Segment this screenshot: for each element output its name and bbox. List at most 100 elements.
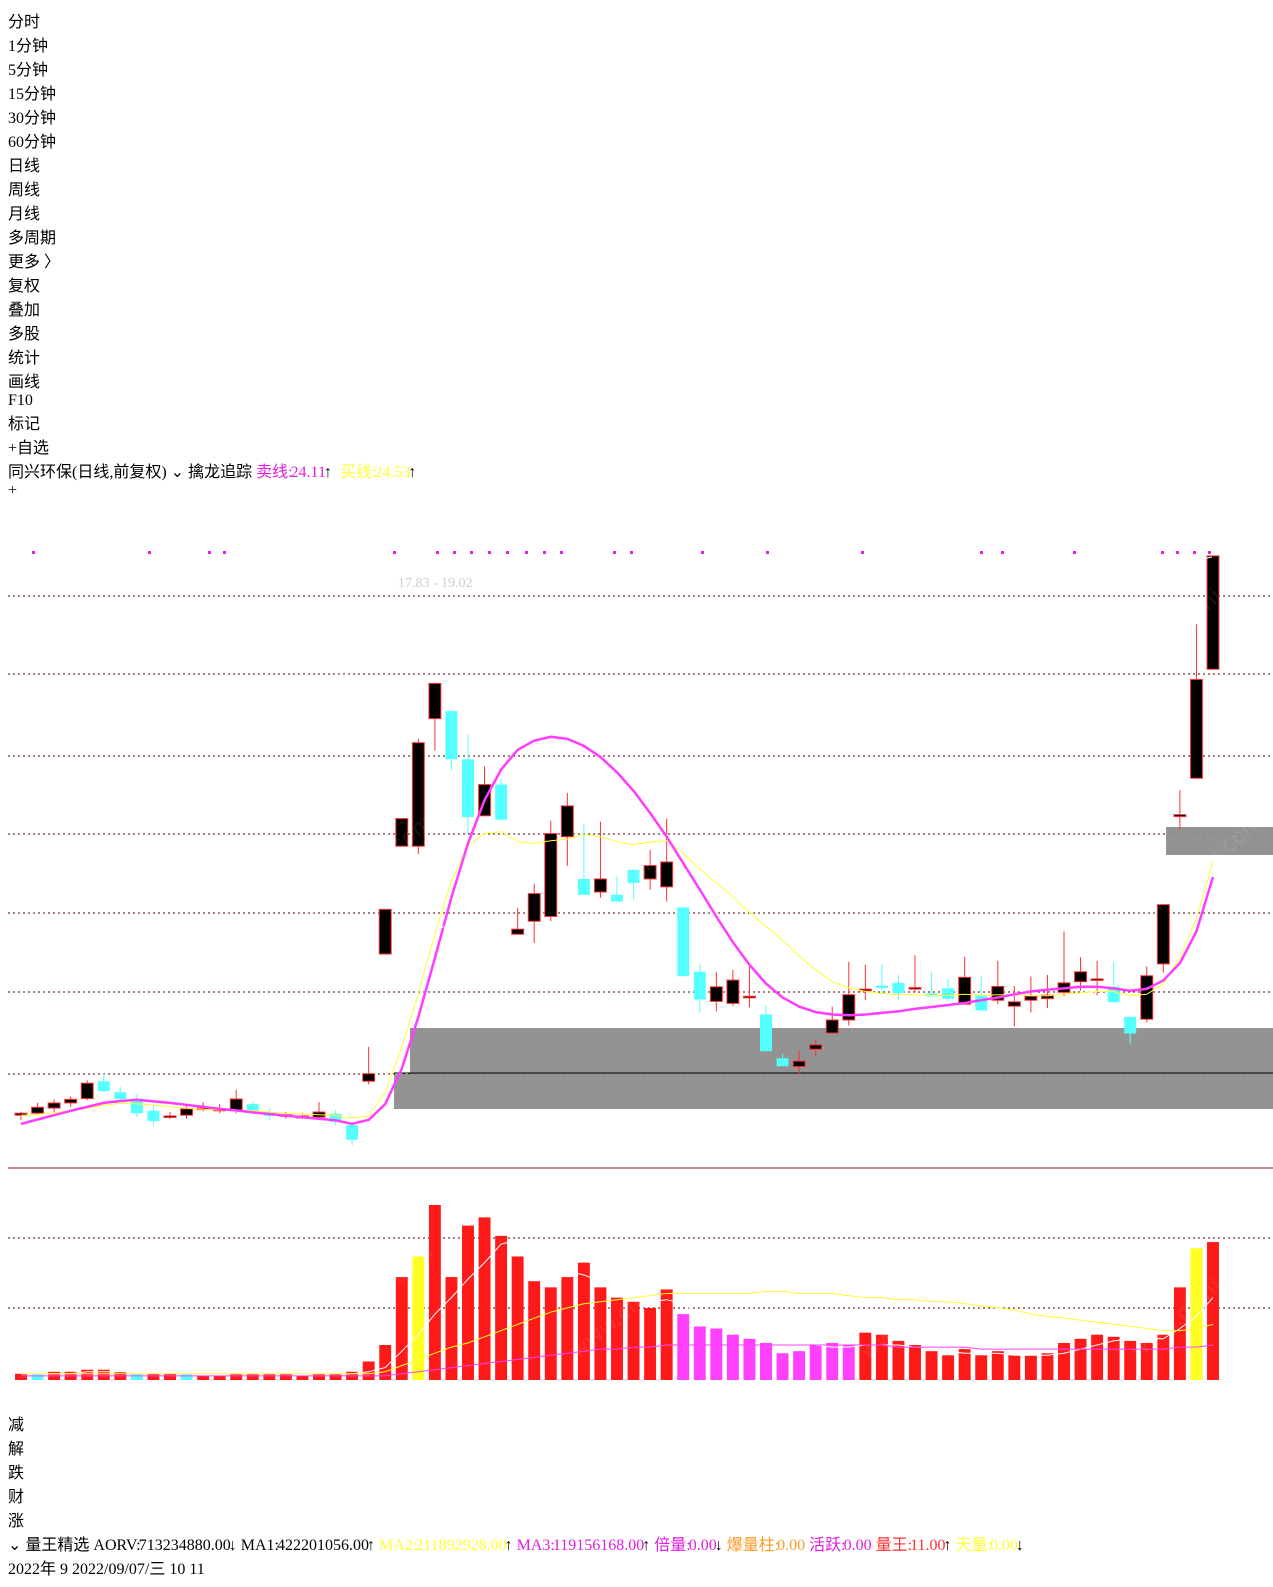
badge-zhang[interactable]: 涨 — [8, 1507, 1265, 1531]
volume-settings-icon[interactable]: ⌄ — [8, 1537, 21, 1554]
tab-1min[interactable]: 1分钟 — [8, 32, 1265, 56]
volume-indicator-name[interactable]: 量王精选 — [25, 1537, 89, 1554]
candle-body — [544, 833, 558, 917]
candle-body — [1074, 971, 1088, 983]
plus-icon[interactable]: + — [8, 482, 1265, 500]
watermark-text: www.cfchi.com — [566, 549, 708, 674]
tab-fenshi[interactable]: 分时 — [8, 8, 1265, 32]
candle-body — [1007, 1001, 1021, 1007]
ma2-label: MA2: — [378, 1537, 418, 1554]
volume-bar — [793, 1351, 806, 1380]
fuquan-button[interactable]: 复权 — [8, 272, 1265, 296]
volume-bar — [313, 1373, 325, 1380]
volume-bar — [1058, 1342, 1070, 1380]
candle-body — [246, 1104, 259, 1111]
stats-button[interactable]: 统计 — [8, 344, 1265, 368]
candle-body — [693, 971, 706, 1000]
signal-dot — [453, 551, 456, 554]
price-volume-chart[interactable]: www.cfchi.com www.cfchi.com www.cfchi.com w… — [8, 500, 1273, 1406]
signal-dot — [1208, 551, 1211, 554]
draw-line-button[interactable]: 画线 — [8, 368, 1265, 392]
huoyue-value: 0.00 — [843, 1537, 872, 1554]
tab-multi-period[interactable]: 多周期 — [8, 224, 1265, 248]
candle-body — [31, 1106, 45, 1114]
watermark-text: www.cfchi.com — [296, 589, 438, 714]
volume-bar — [842, 1345, 855, 1380]
f10-button[interactable]: F10 — [8, 392, 1265, 410]
baoliangzhu-label: 爆量柱: — [726, 1537, 780, 1554]
candle-body — [428, 682, 442, 720]
volume-bar — [975, 1355, 988, 1380]
ma2-up-arrow-icon: ↑ — [504, 1537, 513, 1554]
volume-bar — [428, 1205, 441, 1380]
selected-date[interactable]: 2022/09/07/三 — [72, 1561, 165, 1578]
badge-die[interactable]: 跌 — [8, 1459, 1265, 1483]
tab-60min[interactable]: 60分钟 — [8, 128, 1265, 152]
volume-bar — [1207, 1242, 1219, 1380]
candle-body — [163, 1115, 177, 1118]
overlay-button[interactable]: 叠加 — [8, 296, 1265, 320]
volume-bar — [81, 1369, 94, 1380]
tab-weekly[interactable]: 周线 — [8, 176, 1265, 200]
candle-body — [378, 908, 392, 955]
candle-body — [527, 893, 541, 922]
multi-stock-button[interactable]: 多股 — [8, 320, 1265, 344]
tab-15min[interactable]: 15分钟 — [8, 80, 1265, 104]
volume-bar — [1008, 1355, 1021, 1380]
volume-bar — [15, 1373, 27, 1380]
indicator-settings-icon[interactable]: ⌄ — [171, 464, 184, 481]
volume-bar — [511, 1256, 524, 1380]
volume-bar — [230, 1373, 243, 1380]
stock-title: 同兴环保(日线,前复权) — [8, 464, 167, 481]
indicator-name[interactable]: 擒龙追踪 — [188, 464, 252, 481]
volume-bar — [296, 1375, 309, 1380]
main-indicator-info: 同兴环保(日线,前复权) ⌄ 擒龙追踪 卖线: 24.11 ↑ 买线: 24.5… — [8, 458, 1265, 482]
candle-body — [1024, 995, 1038, 1001]
high-price-label: 31.13 — [1138, 53, 1170, 68]
signal-dot — [861, 551, 864, 554]
candle-body — [511, 928, 525, 935]
tab-daily[interactable]: 日线 — [8, 152, 1265, 176]
candle-body — [1189, 679, 1203, 779]
tab-monthly[interactable]: 月线 — [8, 200, 1265, 224]
ma3-label: MA3: — [516, 1537, 555, 1554]
volume-bar — [462, 1225, 474, 1380]
badge-cai[interactable]: 财 — [8, 1483, 1265, 1507]
candle-body — [1173, 814, 1187, 818]
volume-indicator-info: ⌄ 量王精选 AORV: 713234880.00 ↓ MA1: 4222010… — [8, 1531, 1265, 1555]
watermark-text: www.cfchi.com — [16, 809, 158, 934]
watermark-text: www.cfchi.com — [856, 589, 998, 714]
candle-body — [942, 988, 955, 999]
tab-5min[interactable]: 5分钟 — [8, 56, 1265, 80]
volume-bar — [213, 1375, 226, 1380]
candle-body — [776, 1058, 789, 1067]
add-watchlist-button[interactable]: +自选 — [8, 434, 1265, 458]
candle-body — [64, 1098, 78, 1104]
mark-button[interactable]: 标记 — [8, 410, 1265, 434]
volume-bar — [1107, 1336, 1120, 1380]
signal-dot — [613, 551, 616, 554]
price-range-label-1: 16.90 - 17.83 — [388, 612, 463, 627]
candle-body — [362, 1073, 376, 1082]
volume-bar — [1091, 1334, 1104, 1380]
signal-dot — [393, 551, 396, 554]
price-range-label-3: 23.39 - 24.20 — [1162, 360, 1237, 375]
ma1-label: MA1: — [240, 1537, 279, 1554]
signal-dot — [701, 551, 704, 554]
tab-30min[interactable]: 30分钟 — [8, 104, 1265, 128]
tab-more[interactable]: 更多 〉 — [8, 248, 1265, 272]
gold-zone — [394, 1074, 1273, 1109]
candle-body — [47, 1102, 61, 1109]
volume-bar — [147, 1373, 160, 1380]
ma3-value: 119156168.00 — [552, 1537, 645, 1554]
candle-body — [958, 976, 972, 1005]
beiliang-value: 0.00 — [688, 1537, 717, 1554]
badge-jian[interactable]: 减 — [8, 1411, 1265, 1435]
baoliangzhu-value: 0.00 — [777, 1537, 806, 1554]
volume-bar — [478, 1217, 491, 1380]
candle-body — [892, 982, 905, 994]
volume-bar — [826, 1342, 839, 1380]
candle-body — [346, 1125, 359, 1140]
badge-jie[interactable]: 解 — [8, 1435, 1265, 1459]
candle-body — [577, 878, 590, 895]
